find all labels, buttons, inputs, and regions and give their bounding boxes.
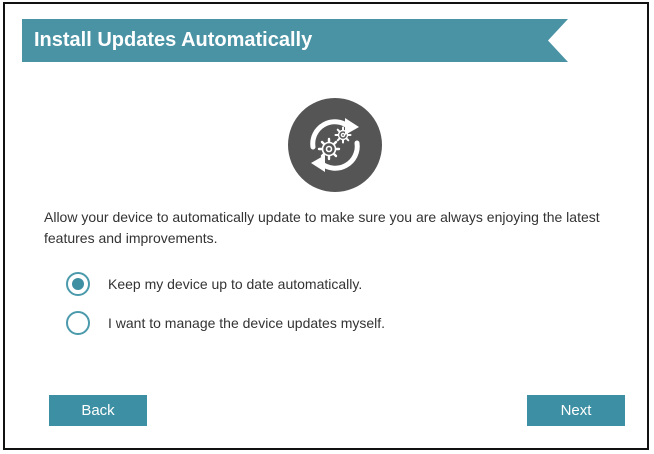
radio-manual-update[interactable] xyxy=(66,311,90,335)
option-manual-update[interactable]: I want to manage the device updates myse… xyxy=(66,309,385,337)
description-text: Allow your device to automatically updat… xyxy=(44,209,600,246)
page-title: Install Updates Automatically xyxy=(34,29,313,51)
header-banner: Install Updates Automatically xyxy=(22,19,568,62)
option-auto-update-label: Keep my device up to date automatically. xyxy=(108,276,363,292)
next-button[interactable]: Next xyxy=(527,395,625,426)
option-auto-update[interactable]: Keep my device up to date automatically. xyxy=(66,270,362,298)
option-manual-update-label: I want to manage the device updates myse… xyxy=(108,315,386,331)
back-button[interactable]: Back xyxy=(49,395,147,426)
auto-update-gears-icon xyxy=(287,97,383,193)
radio-auto-update[interactable] xyxy=(66,272,90,296)
